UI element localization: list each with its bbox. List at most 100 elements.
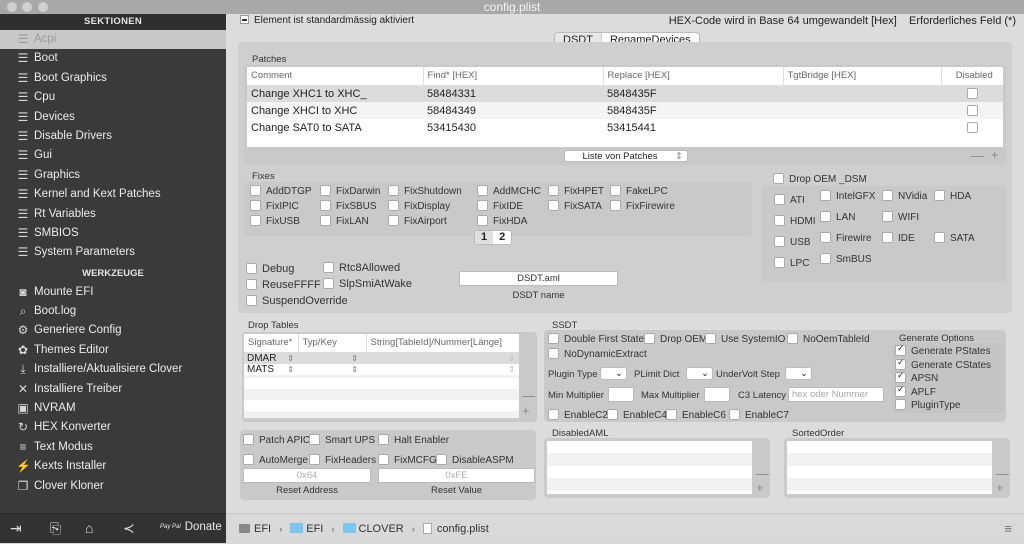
cell-find[interactable]: 58484331 — [423, 85, 603, 102]
updown-chevron-icon[interactable]: ⇕ — [287, 364, 294, 375]
fix-fixusb-checkbox[interactable]: FixUSB — [250, 215, 300, 227]
cell-find[interactable]: 58484349 — [423, 102, 603, 119]
enablec6-checkbox[interactable]: EnableC6 — [666, 409, 726, 421]
ssdt-double-first-state-checkbox[interactable]: Double First State — [548, 333, 644, 345]
fix-fixipic-checkbox[interactable]: FixIPIC — [250, 200, 299, 212]
drop-oem-dsm-checkbox[interactable]: Drop OEM _DSM — [773, 173, 867, 185]
max-multiplier-input[interactable] — [704, 387, 730, 402]
path-item-config-file[interactable]: config.plist — [422, 514, 489, 544]
plugin-type-select[interactable]: ⌄ — [600, 367, 627, 380]
page-2-button[interactable]: 2 — [493, 231, 511, 244]
cell-string[interactable]: ⇕ — [366, 364, 519, 375]
fix-fixsata-checkbox[interactable]: FixSATA — [548, 200, 602, 212]
sidebar-item-smbios[interactable]: ☰ SMBIOS — [0, 224, 226, 243]
fix-addmchc-checkbox[interactable]: AddMCHC — [477, 185, 541, 197]
cell-replace[interactable]: 5848435F — [603, 102, 783, 119]
tool-item-boot-log[interactable]: ⌕ Boot.log — [0, 302, 226, 321]
smart-ups-checkbox[interactable]: Smart UPS — [309, 434, 375, 446]
reset-address-input[interactable]: 0x64 — [243, 468, 371, 483]
tool-item-mounte-efi[interactable]: ◙ Mounte EFI — [0, 283, 226, 302]
updown-chevron-icon[interactable]: ⇕ — [508, 364, 515, 375]
sorted-order-list[interactable] — [787, 441, 992, 494]
reset-value-input[interactable]: 0xFE — [378, 468, 535, 483]
add-patch-button[interactable]: + — [991, 147, 999, 162]
cell-signature[interactable]: DMAR ⇕ — [244, 352, 298, 364]
export-icon[interactable]: ⎘ — [50, 520, 61, 537]
tool-item-text-modus[interactable]: ≡ Text Modus — [0, 438, 226, 457]
undervolt-step-select[interactable]: ⌄ — [785, 367, 812, 380]
cell-string[interactable]: ⇕ — [366, 352, 519, 364]
sidebar-item-boot-graphics[interactable]: ☰ Boot Graphics — [0, 69, 226, 88]
column-header-replace[interactable]: Replace [HEX] — [603, 67, 784, 86]
tool-item-generiere-config[interactable]: ⚙ Generiere Config — [0, 321, 226, 340]
home-icon[interactable]: ⌂ — [85, 520, 93, 536]
patches-list-select[interactable]: Liste von Patches ⇕ — [564, 150, 688, 162]
table-row[interactable]: Change XHC1 to XHC_ 58484331 5848435F — [247, 85, 1003, 102]
path-item-clover-folder[interactable]: CLOVER — [342, 514, 404, 544]
disabled-aml-list[interactable] — [547, 441, 752, 494]
generate-apsn-checkbox[interactable]: APSN — [895, 370, 938, 384]
cell-typ-key[interactable]: ⇕ — [298, 352, 366, 364]
fix-fixfirewire-checkbox[interactable]: FixFirewire — [610, 200, 675, 212]
column-header-disabled[interactable]: Disabled — [941, 67, 1003, 86]
enablec4-checkbox[interactable]: EnableC4 — [607, 409, 667, 421]
updown-chevron-icon[interactable]: ⇕ — [351, 364, 358, 375]
dsm-ati-checkbox[interactable]: ATI — [774, 194, 805, 206]
disabled-checkbox[interactable] — [966, 121, 978, 133]
patch-apic-checkbox[interactable]: Patch APIC — [243, 434, 310, 446]
generate-generate-cstates-checkbox[interactable]: Generate CStates — [895, 357, 991, 371]
fix-fakelpc-checkbox[interactable]: FakeLPC — [610, 185, 668, 197]
sidebar-item-kernel-and-kext-patches[interactable]: ☰ Kernel and Kext Patches — [0, 185, 226, 204]
rtc8allowed-checkbox[interactable]: Rtc8Allowed — [323, 262, 400, 274]
dsdt-name-input[interactable]: DSDT.aml — [459, 271, 618, 286]
c3-latency-input[interactable]: hex oder Nummer — [788, 387, 884, 402]
sidebar-item-disable-drivers[interactable]: ☰ Disable Drivers — [0, 127, 226, 146]
tool-item-installiere-aktualisiere-clover[interactable]: ⤓ Installiere/Aktualisiere Clover — [0, 360, 226, 379]
sidebar-item-boot[interactable]: ☰ Boot — [0, 49, 226, 68]
sidebar-item-system-parameters[interactable]: ☰ System Parameters — [0, 243, 226, 262]
dsm-sata-checkbox[interactable]: SATA — [934, 232, 975, 244]
remove-sorted-order-button[interactable]: — — [996, 466, 1009, 481]
plimit-dict-select[interactable]: ⌄ — [686, 367, 713, 380]
menu-lines-icon[interactable]: ≡ — [1004, 514, 1012, 544]
page-1-button[interactable]: 1 — [475, 231, 494, 244]
tool-item-clover-kloner[interactable]: ❐ Clover Kloner — [0, 477, 226, 496]
fix-fixdarwin-checkbox[interactable]: FixDarwin — [320, 185, 380, 197]
column-header-typ-key[interactable]: Typ/Key — [298, 334, 367, 353]
suspendoverride-checkbox[interactable]: SuspendOverride — [246, 295, 348, 307]
dsm-ide-checkbox[interactable]: IDE — [882, 232, 915, 244]
dsm-smbus-checkbox[interactable]: SmBUS — [820, 253, 872, 265]
fix-adddtgp-checkbox[interactable]: AddDTGP — [250, 185, 312, 197]
automerge-checkbox[interactable]: AutoMerge — [243, 454, 308, 466]
fix-fixshutdown-checkbox[interactable]: FixShutdown — [388, 185, 462, 197]
disabled-checkbox[interactable] — [966, 87, 978, 99]
min-multiplier-input[interactable] — [608, 387, 634, 402]
table-row[interactable]: Change SAT0 to SATA 53415430 53415441 — [247, 119, 1003, 136]
debug-checkbox[interactable]: Debug — [246, 263, 294, 275]
fix-fixdisplay-checkbox[interactable]: FixDisplay — [388, 200, 450, 212]
ssdt-use-systemio-checkbox[interactable]: Use SystemIO — [705, 333, 785, 345]
updown-chevron-icon[interactable]: ⇕ — [508, 353, 515, 364]
disableaspm-checkbox[interactable]: DisableASPM — [436, 454, 514, 466]
share-icon[interactable]: ≺ — [123, 520, 135, 537]
remove-patch-button[interactable]: — — [971, 148, 984, 163]
fixmcfg-checkbox[interactable]: FixMCFG — [378, 454, 437, 466]
tool-item-hex-konverter[interactable]: ↻ HEX Konverter — [0, 418, 226, 437]
column-header-signature[interactable]: Signature* — [244, 334, 299, 353]
add-sorted-order-button[interactable]: + — [996, 480, 1004, 495]
sidebar-item-acpi[interactable]: ☰ Acpi — [0, 30, 226, 50]
remove-drop-table-button[interactable]: — — [522, 388, 535, 403]
dsm-firewire-checkbox[interactable]: Firewire — [820, 232, 872, 244]
updown-chevron-icon[interactable]: ⇕ — [351, 353, 358, 364]
fix-fixairport-checkbox[interactable]: FixAirport — [388, 215, 447, 227]
dsm-lan-checkbox[interactable]: LAN — [820, 211, 855, 223]
generate-aplf-checkbox[interactable]: APLF — [895, 384, 936, 398]
path-item-efi-folder[interactable]: EFI — [290, 514, 323, 544]
import-icon[interactable]: ⇥ — [10, 520, 22, 537]
table-row[interactable]: MATS ⇕ ⇕ ⇕ — [244, 363, 519, 375]
cell-typ-key[interactable]: ⇕ — [298, 364, 366, 375]
dsm-nvidia-checkbox[interactable]: NVidia — [882, 190, 927, 202]
fix-fixlan-checkbox[interactable]: FixLAN — [320, 215, 369, 227]
cell-tgtbridge[interactable] — [783, 85, 941, 102]
donate-button[interactable]: Pay Pal Donate — [160, 521, 222, 533]
